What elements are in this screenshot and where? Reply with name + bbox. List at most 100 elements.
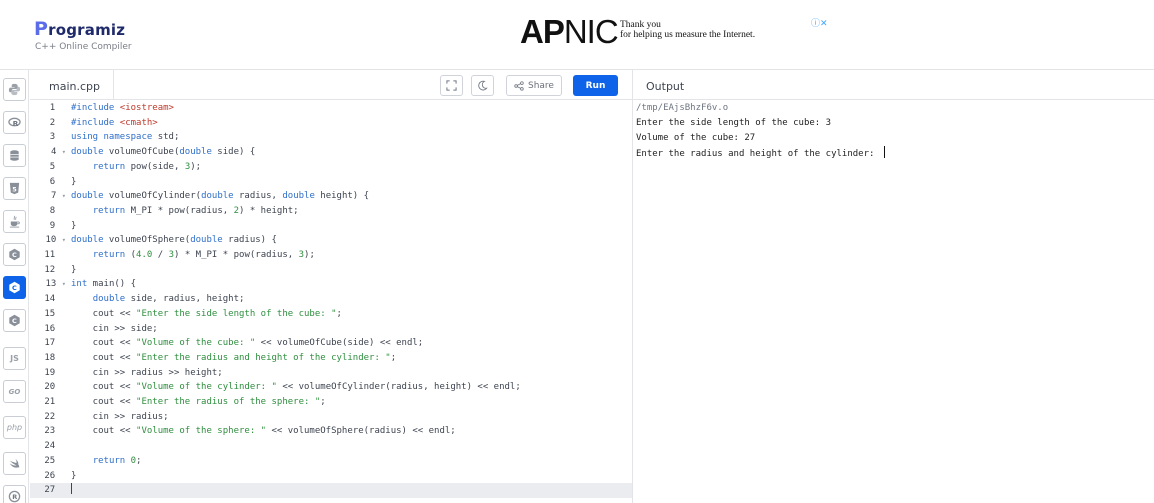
r-language-icon: R — [8, 117, 21, 128]
language-sidebar: R 5 C C C JS GO php R — [0, 70, 29, 503]
theme-toggle-button[interactable] — [471, 75, 494, 96]
advertisement-banner[interactable]: APNIC Thank you for helping us measure t… — [520, 14, 830, 54]
text-cursor — [71, 483, 72, 495]
code-line: cout << "Volume of the cylinder: " << vo… — [71, 382, 521, 393]
fold-toggle-icon[interactable]: ▾ — [62, 192, 66, 200]
fold-toggle-icon[interactable]: ▾ — [62, 236, 66, 244]
line-number: 27 — [44, 485, 56, 496]
line-number: 19 — [44, 367, 56, 378]
sidebar-item-java[interactable] — [3, 210, 26, 233]
code-line: double volumeOfCylinder(double radius, d… — [71, 191, 370, 202]
share-label: Share — [528, 80, 554, 91]
output-title: Output — [646, 80, 685, 93]
line-number: 21 — [44, 397, 56, 407]
line-number: 8 — [49, 205, 56, 216]
code-line: } — [71, 220, 77, 231]
sidebar-item-go[interactable]: GO — [3, 380, 26, 403]
line-number: 24 — [44, 441, 56, 452]
php-icon: php — [6, 423, 23, 432]
output-line: Volume of the cube: 27 — [636, 133, 756, 143]
code-line: cout << "Enter the side length of the cu… — [71, 308, 342, 319]
line-number: 11 — [44, 250, 56, 260]
share-icon — [514, 80, 524, 91]
code-line — [71, 483, 72, 498]
code-line: int main() { — [71, 279, 137, 290]
ad-brand-rest: NIC — [563, 13, 619, 50]
code-line: using namespace std; — [71, 132, 180, 143]
ad-close-icon[interactable]: ⓘ✕ — [811, 16, 828, 29]
programiz-logo[interactable]: Programiz — [34, 18, 125, 40]
sidebar-item-rust[interactable]: R — [3, 485, 26, 503]
code-line: } — [71, 264, 77, 275]
logo-initial: P — [34, 18, 49, 40]
sidebar-item-javascript[interactable]: JS — [3, 347, 26, 370]
share-button[interactable]: Share — [506, 75, 562, 96]
line-number: 26 — [44, 470, 56, 481]
sidebar-item-cpp[interactable]: C — [3, 276, 26, 299]
ad-tagline-line2: for helping us measure the Internet. — [620, 30, 756, 40]
output-line: Enter the side length of the cube: 3 — [636, 118, 832, 128]
sidebar-item-sql[interactable] — [3, 144, 26, 167]
fullscreen-button[interactable] — [440, 75, 463, 96]
output-binary-path: /tmp/EAjsBhzF6v.o — [636, 103, 729, 113]
line-number: 15 — [44, 308, 56, 319]
code-line: cout << "Enter the radius of the sphere:… — [71, 397, 326, 407]
line-number: 16 — [44, 323, 56, 334]
output-console[interactable]: /tmp/EAjsBhzF6v.o Enter the side length o… — [632, 100, 1154, 503]
line-number: 3 — [49, 132, 56, 143]
sidebar-item-html[interactable]: 5 — [3, 177, 26, 200]
sidebar-item-c[interactable]: C — [3, 243, 26, 266]
code-line: cout << "Enter the radius and height of … — [71, 352, 397, 363]
code-line: double side, radius, height; — [92, 294, 245, 305]
svg-text:5: 5 — [12, 185, 17, 193]
output-toolbar: Output — [632, 70, 1154, 100]
cpp-language-icon: C — [9, 281, 20, 294]
svg-text:C: C — [12, 251, 17, 259]
code-line: return 0; — [92, 455, 142, 466]
svg-text:C: C — [12, 317, 17, 325]
svg-text:C: C — [12, 284, 17, 292]
sidebar-item-r[interactable]: R — [3, 111, 26, 134]
line-number: 4 ▾ — [50, 147, 66, 158]
line-number: 9 — [49, 220, 56, 231]
ad-tagline-line1: Thank you — [620, 20, 661, 30]
run-button[interactable]: Run — [573, 75, 618, 96]
code-line: return M_PI * pow(radius, 2) * height; — [92, 205, 299, 216]
ad-brand-bold: AP — [520, 13, 565, 50]
line-number: 6 — [49, 176, 56, 187]
database-icon — [10, 150, 19, 161]
ad-tagline: Thank you for helping us measure the Int… — [620, 20, 755, 40]
line-number: 13 ▾ — [45, 279, 66, 290]
csharp-language-icon: C — [9, 314, 20, 327]
line-number: 5 — [49, 161, 56, 172]
file-tab-main-cpp[interactable]: main.cpp — [34, 70, 114, 100]
fullscreen-icon — [446, 80, 457, 91]
ad-brand: APNIC — [520, 13, 619, 50]
line-number: 18 — [44, 352, 56, 363]
code-line: #include <cmath> — [71, 117, 158, 128]
code-line: cin >> radius; — [71, 411, 169, 422]
page-subtitle: C++ Online Compiler — [35, 42, 132, 52]
line-number: 17 — [44, 338, 56, 349]
code-line: cout << "Volume of the cube: " << volume… — [71, 338, 424, 349]
python-icon — [8, 83, 21, 96]
fold-toggle-icon[interactable]: ▾ — [62, 148, 66, 156]
top-header: Programiz C++ Online Compiler APNIC Than… — [0, 0, 1154, 70]
sidebar-item-swift[interactable] — [3, 452, 26, 475]
code-editor[interactable]: 1 #include <iostream> 2 #include <cmath> 3… — [30, 100, 632, 503]
code-line: double volumeOfSphere(double radius) { — [71, 235, 277, 246]
sidebar-item-php[interactable]: php — [3, 416, 26, 439]
line-number: 1 — [49, 103, 56, 113]
rust-icon: R — [8, 490, 21, 503]
fold-toggle-icon[interactable]: ▾ — [62, 280, 66, 288]
sidebar-item-csharp[interactable]: C — [3, 309, 26, 332]
line-number: 2 — [49, 117, 56, 128]
code-line: cin >> side; — [71, 323, 158, 334]
html5-icon: 5 — [9, 182, 20, 195]
swift-icon — [9, 458, 20, 468]
line-number: 23 — [44, 426, 56, 437]
line-number: 7 ▾ — [50, 191, 66, 202]
line-number: 22 — [44, 411, 56, 422]
code-line: cin >> radius >> height; — [71, 367, 223, 378]
sidebar-item-python[interactable] — [3, 78, 26, 101]
